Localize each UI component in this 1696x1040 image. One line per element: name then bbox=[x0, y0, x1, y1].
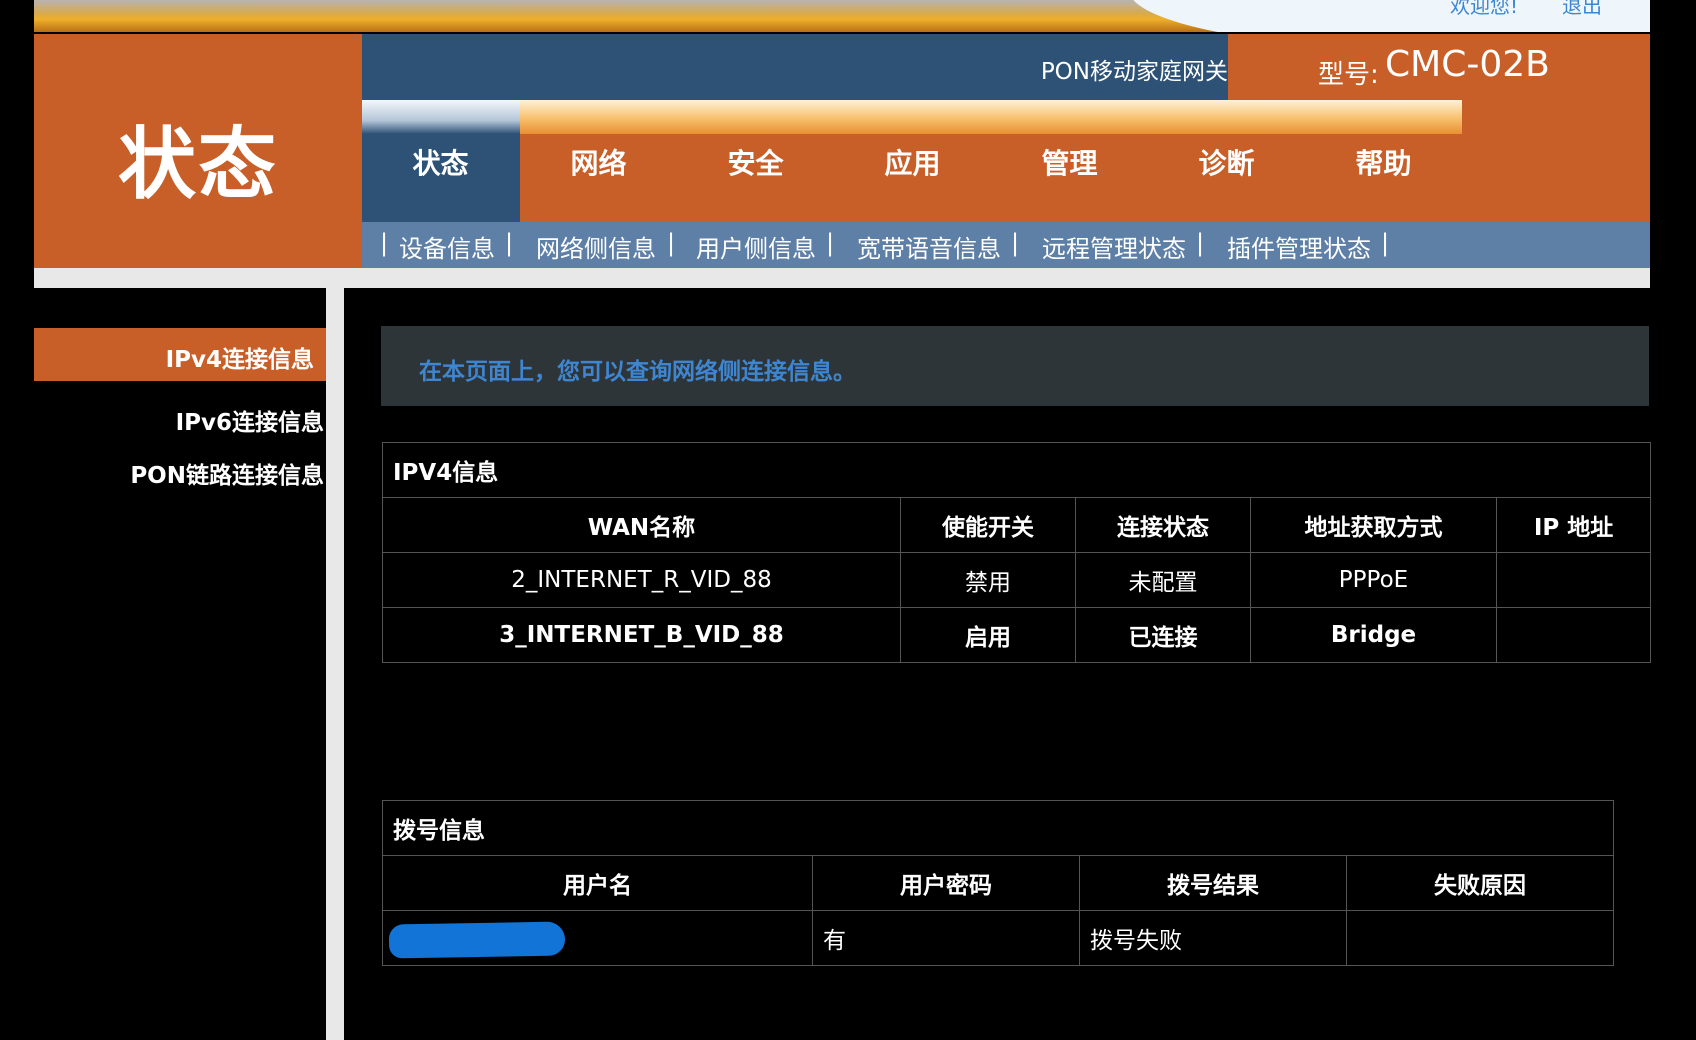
failure-reason-cell bbox=[1346, 910, 1614, 966]
address-mode-cell: Bridge bbox=[1250, 607, 1497, 663]
subnav-separator: | bbox=[1196, 229, 1205, 257]
username-cell bbox=[382, 910, 813, 966]
column-header: IP 地址 bbox=[1495, 497, 1652, 553]
subnav-separator: | bbox=[380, 229, 389, 257]
nav-tab-management[interactable]: 管理 bbox=[991, 142, 1148, 182]
subnav-plugin-mgmt[interactable]: 插件管理状态 bbox=[1227, 229, 1371, 264]
column-header: 使能开关 bbox=[900, 497, 1076, 553]
redaction-scribble bbox=[388, 921, 566, 959]
nav-tab-security[interactable]: 安全 bbox=[677, 142, 834, 182]
nav-tab-network[interactable]: 网络 bbox=[520, 142, 677, 182]
column-header: 失败原因 bbox=[1346, 855, 1614, 911]
sidebar-item-ipv6[interactable]: IPv6连接信息 bbox=[176, 403, 324, 437]
model-value: CMC-02B bbox=[1385, 44, 1550, 85]
subnav-separator: | bbox=[505, 229, 514, 257]
address-mode-cell: PPPoE bbox=[1250, 552, 1497, 608]
nav-tab-application[interactable]: 应用 bbox=[834, 142, 991, 182]
dial-result-cell: 拨号失败 bbox=[1079, 910, 1347, 966]
table-row: 3_INTERNET_B_VID_88 启用 已连接 Bridge bbox=[382, 607, 1652, 663]
wan-name-cell: 2_INTERNET_R_VID_88 bbox=[382, 552, 901, 608]
sidebar-item-ipv4[interactable]: IPv4连接信息 bbox=[166, 340, 314, 374]
enable-cell: 启用 bbox=[900, 607, 1076, 663]
info-text: 在本页面上，您可以查询网络侧连接信息。 bbox=[419, 359, 856, 385]
column-header: 用户密码 bbox=[812, 855, 1080, 911]
dial-info-table: 拨号信息 用户名 用户密码 拨号结果 失败原因 有 拨号失败 bbox=[382, 800, 1614, 966]
logout-link[interactable]: 退出 bbox=[1562, 0, 1602, 19]
nav-tab-help[interactable]: 帮助 bbox=[1305, 142, 1462, 182]
enable-cell: 禁用 bbox=[900, 552, 1076, 608]
password-cell: 有 bbox=[812, 910, 1080, 966]
subnav-separator: | bbox=[1381, 229, 1390, 257]
table-row: 有 拨号失败 bbox=[382, 910, 1614, 966]
ipv4-table-caption: IPV4信息 bbox=[381, 442, 1652, 498]
subnav-remote-mgmt[interactable]: 远程管理状态 bbox=[1042, 229, 1186, 264]
connection-status-cell: 已连接 bbox=[1075, 607, 1251, 663]
column-header: 用户名 bbox=[382, 855, 813, 911]
column-header: WAN名称 bbox=[382, 497, 901, 553]
page-title: 状态 bbox=[117, 120, 278, 210]
subnav-separator: | bbox=[1011, 229, 1020, 257]
nav-tab-status[interactable]: 状态 bbox=[362, 142, 519, 182]
subnav-voice-info[interactable]: 宽带语音信息 bbox=[857, 229, 1001, 264]
top-banner bbox=[34, 0, 1650, 32]
header-divider bbox=[34, 268, 1650, 288]
sidebar-item-pon[interactable]: PON链路连接信息 bbox=[130, 456, 324, 490]
nav-highlight-strip bbox=[520, 100, 1462, 134]
dial-table-caption: 拨号信息 bbox=[382, 800, 1614, 856]
subnav-network-info[interactable]: 网络侧信息 bbox=[536, 229, 656, 264]
welcome-text: 欢迎您! bbox=[1450, 0, 1519, 18]
model-label: 型号: bbox=[1318, 60, 1379, 90]
subnav-separator: | bbox=[826, 229, 835, 257]
device-name: PON移动家庭网关 bbox=[1040, 59, 1228, 85]
sidebar-divider bbox=[326, 288, 344, 1040]
wan-name-cell: 3_INTERNET_B_VID_88 bbox=[382, 607, 901, 663]
subnav-user-info[interactable]: 用户侧信息 bbox=[696, 229, 816, 264]
table-row: 2_INTERNET_R_VID_88 禁用 未配置 PPPoE bbox=[382, 552, 1652, 608]
nav-tab-diagnostics[interactable]: 诊断 bbox=[1148, 142, 1305, 182]
ipv4-table: IPV4信息 WAN名称 使能开关 连接状态 地址获取方式 IP 地址 2_IN… bbox=[381, 442, 1652, 663]
ip-address-cell bbox=[1495, 552, 1652, 608]
ip-address-cell bbox=[1495, 607, 1652, 663]
column-header: 拨号结果 bbox=[1079, 855, 1347, 911]
column-header: 连接状态 bbox=[1075, 497, 1251, 553]
subnav-separator: | bbox=[667, 229, 676, 257]
subnav-device-info[interactable]: 设备信息 bbox=[399, 229, 495, 264]
column-header: 地址获取方式 bbox=[1250, 497, 1497, 553]
connection-status-cell: 未配置 bbox=[1075, 552, 1251, 608]
nav-active-gloss bbox=[362, 100, 520, 134]
